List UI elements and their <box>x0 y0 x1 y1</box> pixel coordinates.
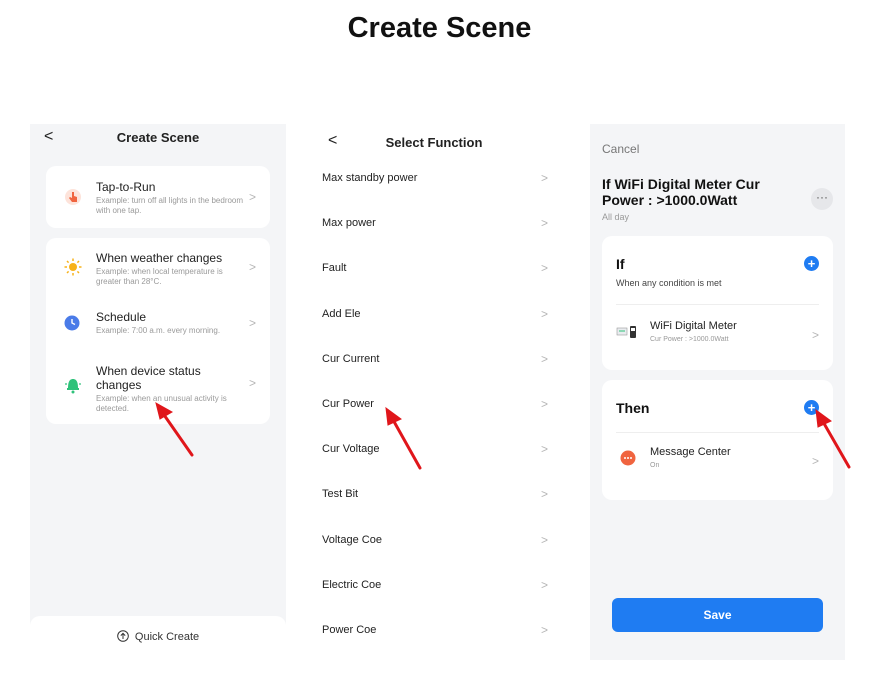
arrow-head <box>155 401 174 420</box>
annotation-arrows <box>155 401 851 470</box>
arrow-head <box>815 408 832 428</box>
arrow-cur-power <box>390 416 422 470</box>
arrow-device-status <box>160 410 194 457</box>
arrow-head <box>385 406 402 426</box>
arrow-then-plus <box>820 418 851 469</box>
page: Create Scene < Create Scene Tap-to-Run E… <box>0 0 879 673</box>
